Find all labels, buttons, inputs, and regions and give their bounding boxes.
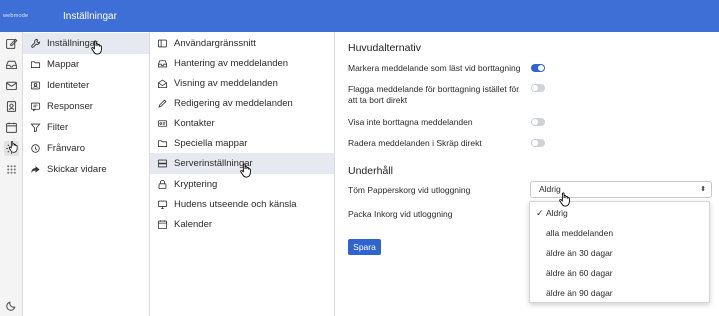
option-label-mark-read: Markera meddelande som läst vid borttagn… xyxy=(348,63,521,73)
pref-item-label: Hudens utseende och känsla xyxy=(174,199,297,210)
pref-item-speciella-mappar[interactable]: Speciella mappar xyxy=(150,133,334,154)
dropdown-option-label: äldre än 60 dagar xyxy=(546,268,613,278)
toggle-flag-delete[interactable] xyxy=(531,84,545,92)
rail-hand-cursor xyxy=(6,139,21,154)
identity-icon xyxy=(29,80,41,92)
settings-menu: Inställningar Mappar Identiteter Respons… xyxy=(23,32,150,316)
dropdown-option-all[interactable]: alla meddelanden xyxy=(530,223,709,243)
pref-item-redigering[interactable]: Redigering av meddelanden xyxy=(150,93,334,114)
hand-cursor xyxy=(558,191,572,207)
ui-icon xyxy=(156,38,168,50)
clock-icon xyxy=(29,143,41,155)
page-title: Inställningar xyxy=(63,11,117,22)
settings-menu-item-label: Mappar xyxy=(47,59,80,70)
pref-item-hantering[interactable]: Hantering av meddelanden xyxy=(150,53,334,74)
option-label-hide-deleted: Visa inte borttagna meddelanden xyxy=(348,117,473,127)
pencil-icon xyxy=(156,98,168,110)
forward-icon xyxy=(29,164,41,176)
calendar-icon xyxy=(156,219,168,231)
dropdown-option-label: Aldrig xyxy=(546,208,568,218)
dropdown-option-label: alla meddelanden xyxy=(546,228,614,238)
hand-cursor xyxy=(90,39,104,55)
pref-item-label: Användargränssnitt xyxy=(174,38,256,49)
icon-rail xyxy=(0,32,23,316)
inbox-icon xyxy=(156,58,168,70)
app-logo[interactable]: webmode xyxy=(3,13,28,19)
folder-icon xyxy=(29,59,41,71)
response-icon xyxy=(29,101,41,113)
dropdown-option-30[interactable]: äldre än 30 dagar xyxy=(530,243,709,263)
folder-icon xyxy=(156,138,168,150)
filter-icon xyxy=(29,122,41,134)
pref-item-label: Redigering av meddelanden xyxy=(174,98,293,109)
compact-inbox-label: Packa Inkorg vid utloggning xyxy=(348,209,453,219)
settings-menu-item-franvaro[interactable]: Frånvaro xyxy=(23,138,149,159)
settings-menu-item-label: Filter xyxy=(47,122,69,133)
pref-item-kontakter[interactable]: Kontakter xyxy=(150,113,334,134)
settings-menu-item-label: Identiteter xyxy=(47,80,90,91)
calendar-icon[interactable] xyxy=(4,120,19,135)
dropdown-option-90[interactable]: äldre än 90 dagar xyxy=(530,283,709,303)
settings-menu-item-mappar[interactable]: Mappar xyxy=(23,54,149,75)
section-title-maintenance: Underhåll xyxy=(348,165,393,177)
dark-mode-icon[interactable] xyxy=(4,298,19,313)
empty-trash-label: Töm Papperskorg vid utloggning xyxy=(348,185,471,195)
checkmark-icon: ✓ xyxy=(536,208,544,218)
lock-icon xyxy=(156,179,168,191)
wrench-icon xyxy=(29,38,41,50)
pref-item-label: Speciella mappar xyxy=(174,138,248,149)
mail-icon[interactable] xyxy=(4,78,19,93)
option-label-delete-junk: Radera meddelanden i Skräp direkt xyxy=(348,138,482,148)
chevron-updown-icon: ⬍ xyxy=(700,186,706,193)
settings-menu-item-responser[interactable]: Responser xyxy=(23,96,149,117)
toggle-hide-deleted[interactable] xyxy=(531,118,545,126)
section-title-main-options: Huvudalternativ xyxy=(348,42,421,54)
card-icon xyxy=(156,118,168,130)
settings-menu-item-installningar[interactable]: Inställningar xyxy=(23,33,149,54)
pref-item-kalender[interactable]: Kalender xyxy=(150,214,334,235)
settings-menu-item-skickar-vidare[interactable]: Skickar vidare xyxy=(23,159,149,180)
settings-menu-item-identiteter[interactable]: Identiteter xyxy=(23,75,149,96)
pref-item-label: Kalender xyxy=(174,219,213,230)
pref-item-visning[interactable]: Visning av meddelanden xyxy=(150,73,334,94)
hand-cursor xyxy=(239,162,253,178)
preferences-menu: Användargränssnitt Hantering av meddelan… xyxy=(150,32,335,316)
settings-menu-item-label: Frånvaro xyxy=(47,143,86,154)
pref-item-label: Kontakter xyxy=(174,118,215,129)
compose-icon[interactable] xyxy=(4,36,19,51)
monitor-icon xyxy=(156,199,168,211)
settings-menu-item-label: Skickar vidare xyxy=(47,164,107,175)
contacts-icon[interactable] xyxy=(4,99,19,114)
dropdown-option-60[interactable]: äldre än 60 dagar xyxy=(530,263,709,283)
option-label-flag-delete: Flagga meddelande för borttagning iställ… xyxy=(348,84,520,105)
dropdown-option-label: äldre än 30 dagar xyxy=(546,248,613,258)
pref-item-hudens-utseende[interactable]: Hudens utseende och känsla xyxy=(150,194,334,215)
inbox-icon[interactable] xyxy=(4,57,19,72)
pref-item-label: Kryptering xyxy=(174,179,218,190)
server-icon xyxy=(156,158,168,170)
apps-icon[interactable] xyxy=(4,162,19,177)
pref-item-label: Visning av meddelanden xyxy=(174,78,278,89)
top-bar: webmode Inställningar xyxy=(0,0,719,32)
envelope-open-icon xyxy=(156,78,168,90)
toggle-mark-read[interactable] xyxy=(531,64,545,72)
empty-trash-dropdown: ✓ Aldrig alla meddelanden äldre än 30 da… xyxy=(529,201,710,303)
save-button[interactable]: Spara xyxy=(348,239,381,255)
pref-item-anvandargranssnitt[interactable]: Användargränssnitt xyxy=(150,33,334,54)
settings-menu-item-label: Responser xyxy=(47,101,93,112)
pref-item-label: Hantering av meddelanden xyxy=(174,58,289,69)
settings-menu-item-filter[interactable]: Filter xyxy=(23,117,149,138)
dropdown-option-label: äldre än 90 dagar xyxy=(546,288,613,298)
toggle-delete-junk[interactable] xyxy=(531,139,545,147)
dropdown-option-never[interactable]: ✓ Aldrig xyxy=(530,203,709,223)
